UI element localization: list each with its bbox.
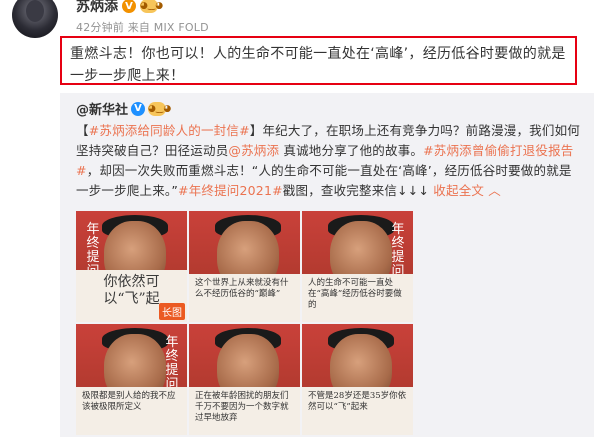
collapse-text-link[interactable]: ︿ — [484, 183, 501, 198]
repost-source-name[interactable]: @新华社 — [76, 99, 128, 118]
image-thumb-1[interactable]: 年终提问 你依然可以“飞”起 长图 — [76, 211, 187, 322]
repost-source[interactable]: @新华社 V ◕‿◕ — [76, 99, 172, 118]
image-thumb-2[interactable]: 这个世界上从来就没有什么不经历低谷的“巅峰” — [189, 211, 300, 322]
collapse-text-link[interactable]: 收起全文 — [433, 183, 484, 198]
emoji-badge-icon: ◕‿◕ — [148, 101, 172, 116]
hashtag-link[interactable]: #年终提问2021# — [178, 183, 283, 198]
hashtag-link[interactable]: @苏炳添 — [228, 143, 279, 158]
hashtag-link[interactable]: #苏炳添给同龄人的一封信# — [89, 123, 250, 138]
image-thumb-5[interactable]: 正在被年龄困扰的朋友们千万不要因为一个数字就过早地放弃 — [189, 324, 300, 435]
post-text: 重燃斗志！你也可以！人的生命不可能一直处在‘高峰’，经历低谷时要做的就是一步一步… — [60, 36, 577, 85]
repost-card: @新华社 V ◕‿◕ 【#苏炳添给同龄人的一封信#】年纪大了，在职场上还有竞争力… — [60, 93, 594, 437]
thumb-caption: 人的生命不可能一直处在“高峰”经历低谷时要做的 — [302, 274, 413, 322]
verified-badge-icon: V — [122, 0, 136, 13]
image-thumb-6[interactable]: 不管是28岁还是35岁你依然可以“飞”起来 — [302, 324, 413, 435]
thumb-caption: 极限都是别人给的我不应该被极限所定义 — [76, 387, 187, 435]
repost-text: 【#苏炳添给同龄人的一封信#】年纪大了，在职场上还有竞争力吗？前路漫漫，我们如何… — [76, 121, 581, 201]
user-avatar[interactable] — [12, 0, 58, 38]
thumb-caption: 正在被年龄困扰的朋友们千万不要因为一个数字就过早地放弃 — [189, 387, 300, 435]
repost-text-segment: 真诚地分享了他的故事。 — [279, 143, 424, 158]
verified-blue-icon: V — [131, 101, 146, 116]
repost-text-segment: 【 — [76, 123, 89, 138]
thumb-caption: 这个世界上从来就没有什么不经历低谷的“巅峰” — [189, 274, 300, 322]
post-author[interactable]: 苏炳添 V ◕‿◕ — [76, 0, 164, 16]
thumb-title: 年终提问 — [391, 222, 405, 279]
image-thumb-3[interactable]: 年终提问 人的生命不可能一直处在“高峰”经历低谷时要做的 — [302, 211, 413, 322]
thumb-title: 年终提问 — [165, 335, 179, 392]
image-thumb-4[interactable]: 年终提问 极限都是别人给的我不应该被极限所定义 — [76, 324, 187, 435]
post-meta: 42分钟前 来自 MIX FOLD — [76, 21, 209, 34]
repost-text-segment: 戳图，查收完整来信↓↓↓ — [282, 183, 434, 198]
author-name[interactable]: 苏炳添 — [76, 0, 118, 16]
long-image-badge: 长图 — [159, 303, 185, 320]
thumb-caption: 不管是28岁还是35岁你依然可以“飞”起来 — [302, 387, 413, 435]
member-badge-icon: ◕‿◕ — [140, 0, 164, 13]
